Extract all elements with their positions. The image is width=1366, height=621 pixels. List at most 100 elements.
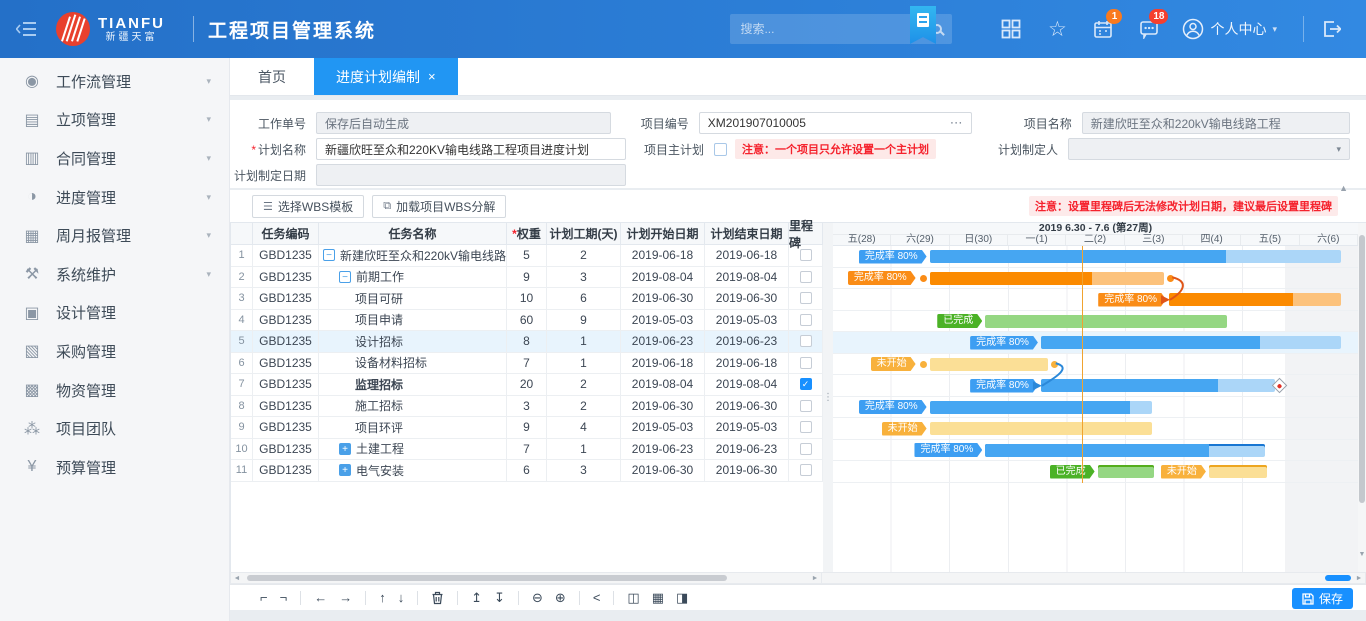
milestone-checkbox[interactable] — [800, 400, 812, 412]
scrollbar-thumb[interactable] — [1359, 235, 1365, 503]
sidebar-item-合同管理[interactable]: ▥合同管理▾ — [0, 139, 229, 178]
table-horizontal-scrollbar[interactable]: ◄ ► — [230, 572, 822, 584]
user-menu[interactable]: 个人中心 ▾ — [1172, 18, 1287, 40]
gantt-bar-项目可研[interactable] — [1169, 293, 1341, 306]
table-row[interactable]: 3GBD1235项目可研1062019-06-302019-06-30 — [231, 288, 823, 310]
sidebar-item-工作流管理[interactable]: ◉工作流管理▾ — [0, 62, 229, 101]
gantt-bar-电气安装[interactable] — [1098, 465, 1155, 478]
pane-double-icon[interactable]: ▦ — [652, 591, 664, 604]
milestone-checkbox[interactable] — [800, 249, 812, 261]
apps-grid-icon[interactable] — [988, 0, 1034, 58]
gantt-row[interactable]: 已完成 — [833, 311, 1358, 333]
move-up-icon[interactable]: ↑ — [379, 591, 386, 604]
vertical-scrollbar[interactable]: ▼ — [1358, 222, 1366, 572]
sidebar-item-项目团队[interactable]: ⁂项目团队 — [0, 409, 229, 448]
gantt-bar-设计招标[interactable] — [1041, 336, 1341, 349]
milestone-checkbox[interactable] — [800, 421, 812, 433]
sidebar-item-预算管理[interactable]: ¥预算管理 — [0, 448, 229, 487]
sidebar-collapse-icon[interactable] — [12, 14, 42, 44]
plan-maker-select[interactable]: ▾ — [1068, 138, 1350, 160]
project-lookup-icon[interactable]: ⋯ — [950, 115, 964, 131]
gantt-bar-施工招标[interactable] — [930, 401, 1153, 414]
milestone-checkbox[interactable] — [800, 357, 812, 369]
promote-level-icon[interactable]: ⌐ — [260, 591, 268, 604]
table-row[interactable]: 9GBD1235项目环评942019-05-032019-05-03 — [231, 417, 823, 439]
scroll-right-icon[interactable]: ► — [809, 573, 821, 583]
move-left-icon[interactable]: ← — [314, 591, 327, 604]
milestone-checkbox[interactable] — [800, 314, 812, 326]
gantt-horizontal-scrollbar[interactable]: ► — [822, 572, 1366, 584]
gantt-row[interactable]: 未开始 — [833, 354, 1358, 376]
expand-all-icon[interactable]: ↧ — [494, 591, 505, 604]
plan-name-field[interactable] — [316, 138, 626, 160]
work-order-field[interactable] — [316, 112, 611, 134]
gantt-row[interactable]: 已完成未开始 — [833, 461, 1358, 483]
gantt-row[interactable]: 完成率 80% — [833, 289, 1358, 311]
tab-schedule-plan[interactable]: 进度计划编制 × — [314, 58, 458, 95]
zoom-out-icon[interactable]: ⊖ — [532, 591, 543, 604]
load-project-wbs-button[interactable]: ⧉ 加载项目WBS分解 — [372, 195, 506, 218]
zoom-in-icon[interactable]: ⊕ — [555, 591, 566, 604]
table-row[interactable]: 10GBD1235+土建工程712019-06-232019-06-23 — [231, 439, 823, 461]
select-wbs-template-button[interactable]: ☰ 选择WBS模板 — [252, 195, 364, 218]
search-input[interactable] — [740, 22, 932, 36]
collapse-node-icon[interactable]: − — [323, 249, 335, 261]
dependency-icon[interactable]: < — [593, 591, 601, 604]
scroll-right-icon[interactable]: ► — [1353, 573, 1365, 583]
gantt-bar-前期工作[interactable] — [930, 272, 1165, 285]
collapse-all-icon[interactable]: ↥ — [471, 591, 482, 604]
collapse-node-icon[interactable]: − — [339, 271, 351, 283]
gantt-row[interactable]: 完成率 80% — [833, 440, 1358, 462]
gantt-row[interactable]: 完成率 80% — [833, 246, 1358, 268]
sidebar-item-周月报管理[interactable]: ▦周月报管理▾ — [0, 216, 229, 255]
calendar-icon[interactable]: 1 — [1080, 0, 1126, 58]
table-row[interactable]: 11GBD1235+电气安装632019-06-302019-06-30 — [231, 460, 823, 482]
plan-date-field[interactable] — [316, 164, 626, 186]
pane-single-icon[interactable]: ◫ — [627, 591, 639, 604]
close-tab-icon[interactable]: × — [428, 69, 436, 84]
pane-right-icon[interactable]: ◨ — [676, 591, 688, 604]
scroll-left-icon[interactable]: ◄ — [231, 573, 243, 583]
expand-node-icon[interactable]: + — [339, 464, 351, 476]
favorites-star-icon[interactable]: ☆ — [1034, 0, 1080, 58]
table-row[interactable]: 7GBD1235监理招标2022019-08-042019-08-04✓ — [231, 374, 823, 396]
tab-home[interactable]: 首页 — [230, 58, 314, 95]
splitter-handle[interactable]: ⋮ — [823, 222, 833, 572]
sidebar-item-采购管理[interactable]: ▧采购管理 — [0, 332, 229, 371]
table-row[interactable]: 5GBD1235设计招标812019-06-232019-06-23 — [231, 331, 823, 353]
project-no-field[interactable] — [699, 112, 972, 134]
milestone-checkbox[interactable] — [800, 464, 812, 476]
gantt-row[interactable]: 未开始 — [833, 418, 1358, 440]
collapse-form-arrow-icon[interactable]: ▲ — [1339, 183, 1348, 193]
gantt-bar-项目环评[interactable] — [930, 422, 1153, 435]
scrollbar-thumb[interactable] — [1325, 575, 1351, 581]
table-row[interactable]: 1GBD1235−新建欣旺至众和220kV输电线路工程522019-06-182… — [231, 245, 823, 267]
milestone-checkbox[interactable] — [800, 443, 812, 455]
gantt-bar-土建工程[interactable] — [985, 444, 1264, 457]
gantt-bar-监理招标[interactable] — [1041, 379, 1275, 392]
milestone-checkbox[interactable] — [800, 335, 812, 347]
table-row[interactable]: 6GBD1235设备材料招标712019-06-182019-06-18 — [231, 353, 823, 375]
save-button[interactable]: 保存 — [1292, 588, 1353, 609]
scroll-down-icon[interactable]: ▼ — [1358, 551, 1366, 558]
delete-icon[interactable] — [431, 591, 444, 605]
sidebar-item-进度管理[interactable]: ◑进度管理▾ — [0, 178, 229, 217]
demote-level-icon[interactable]: ¬ — [280, 591, 288, 604]
gantt-bar-项目申请[interactable] — [985, 315, 1227, 328]
sidebar-item-立项管理[interactable]: ▤立项管理▾ — [0, 101, 229, 140]
move-right-icon[interactable]: → — [339, 591, 352, 604]
gantt-row[interactable]: 完成率 80% — [833, 397, 1358, 419]
milestone-checkbox[interactable] — [800, 271, 812, 283]
project-name-field[interactable] — [1082, 112, 1350, 134]
gantt-bar-设备材料招标[interactable] — [930, 358, 1048, 371]
gantt-bar-新建欣旺至众和220kV输电线路工程[interactable] — [930, 250, 1342, 263]
sidebar-item-物资管理[interactable]: ▩物资管理 — [0, 371, 229, 410]
messages-icon[interactable]: 18 — [1126, 0, 1172, 58]
logout-icon[interactable] — [1314, 0, 1348, 58]
gantt-bar-电气安装[interactable] — [1209, 465, 1267, 478]
expand-node-icon[interactable]: + — [339, 443, 351, 455]
gantt-row[interactable]: 完成率 80% — [833, 332, 1358, 354]
table-row[interactable]: 2GBD1235−前期工作932019-08-042019-08-04 — [231, 267, 823, 289]
master-plan-checkbox[interactable] — [714, 143, 727, 156]
sidebar-item-系统维护[interactable]: ⚒系统维护▾ — [0, 255, 229, 294]
